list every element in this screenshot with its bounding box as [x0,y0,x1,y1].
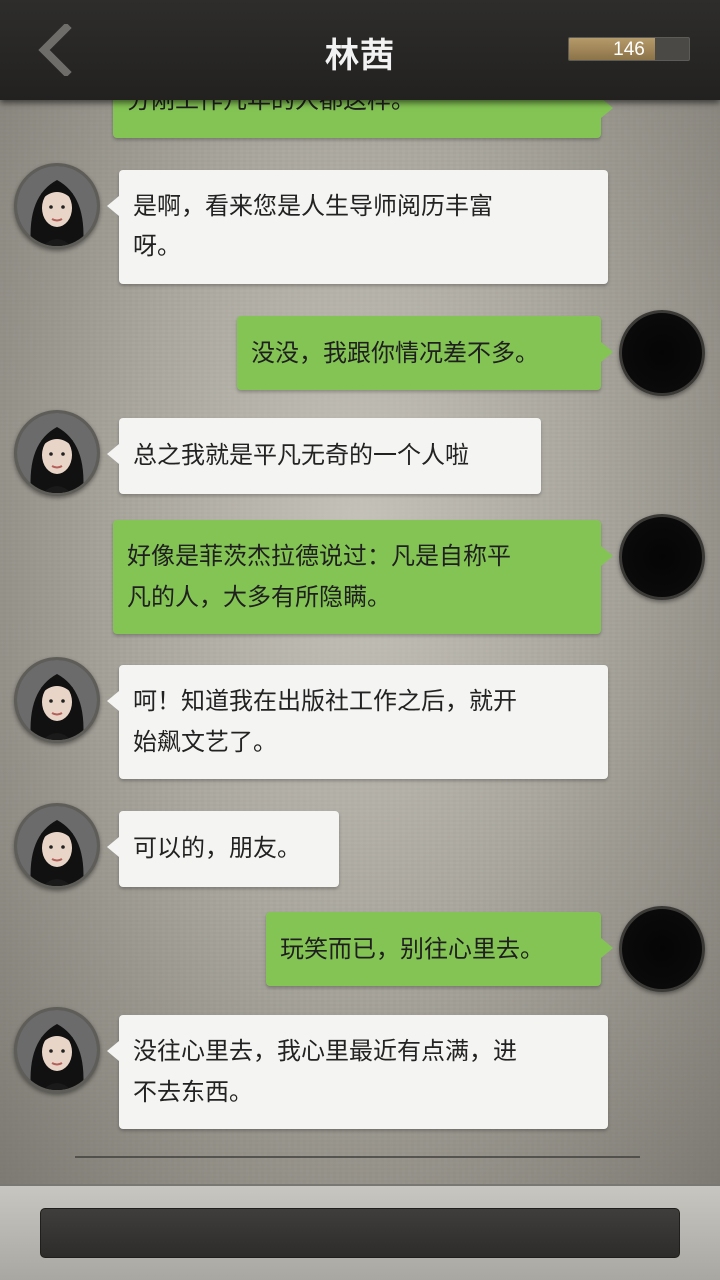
message-bubble-sent: 没没，我跟你情况差不多。 [237,316,613,390]
contact-avatar[interactable] [14,657,100,743]
chat-end-divider [75,1156,640,1158]
bottom-bar [0,1184,720,1280]
message-line: 是啊，看来您是人生导师阅历丰富 [133,192,493,220]
message-line: 呀。 [133,232,181,260]
reply-input[interactable] [40,1208,680,1258]
message-line: 始飙文艺了。 [133,728,277,756]
message-bubble-received: 没往心里去，我心里最近有点满，进 不去东西。 [107,1015,608,1129]
player-avatar[interactable] [619,906,705,992]
score-bar: 146 [568,37,690,61]
message-bubble-received: 可以的，朋友。 [107,811,339,887]
message-bubble-sent: 玩笑而已，别往心里去。 [266,912,613,986]
chat-background: 分刚工作几年的人都这样。 是啊，看来您是人生导师阅历丰富 呀。 没没，我跟你情况… [0,0,720,1184]
message-line: 好像是菲茨杰拉德说过：凡是自称平 [127,542,511,570]
contact-avatar[interactable] [14,1007,100,1093]
top-bar: 林茜 146 [0,0,720,100]
message-line: 总之我就是平凡无奇的一个人啦 [133,441,469,469]
message-line: 不去东西。 [133,1078,253,1106]
contact-avatar[interactable] [14,163,100,249]
message-line: 可以的，朋友。 [133,834,301,862]
score-value: 146 [613,39,645,60]
player-avatar[interactable] [619,514,705,600]
message-line: 玩笑而已，别往心里去。 [280,935,544,963]
message-bubble-received: 呵！知道我在出版社工作之后，就开 始飙文艺了。 [107,665,608,779]
message-line: 没没，我跟你情况差不多。 [251,339,539,367]
message-line: 没往心里去，我心里最近有点满，进 [133,1037,517,1065]
message-bubble-received: 总之我就是平凡无奇的一个人啦 [107,418,541,494]
message-line: 凡的人，大多有所隐瞒。 [127,583,391,611]
contact-avatar[interactable] [14,803,100,889]
message-bubble-received: 是啊，看来您是人生导师阅历丰富 呀。 [107,170,608,284]
player-avatar[interactable] [619,310,705,396]
message-line: 呵！知道我在出版社工作之后，就开 [133,687,517,715]
message-bubble-sent: 好像是菲茨杰拉德说过：凡是自称平 凡的人，大多有所隐瞒。 [113,520,613,634]
contact-avatar[interactable] [14,410,100,496]
